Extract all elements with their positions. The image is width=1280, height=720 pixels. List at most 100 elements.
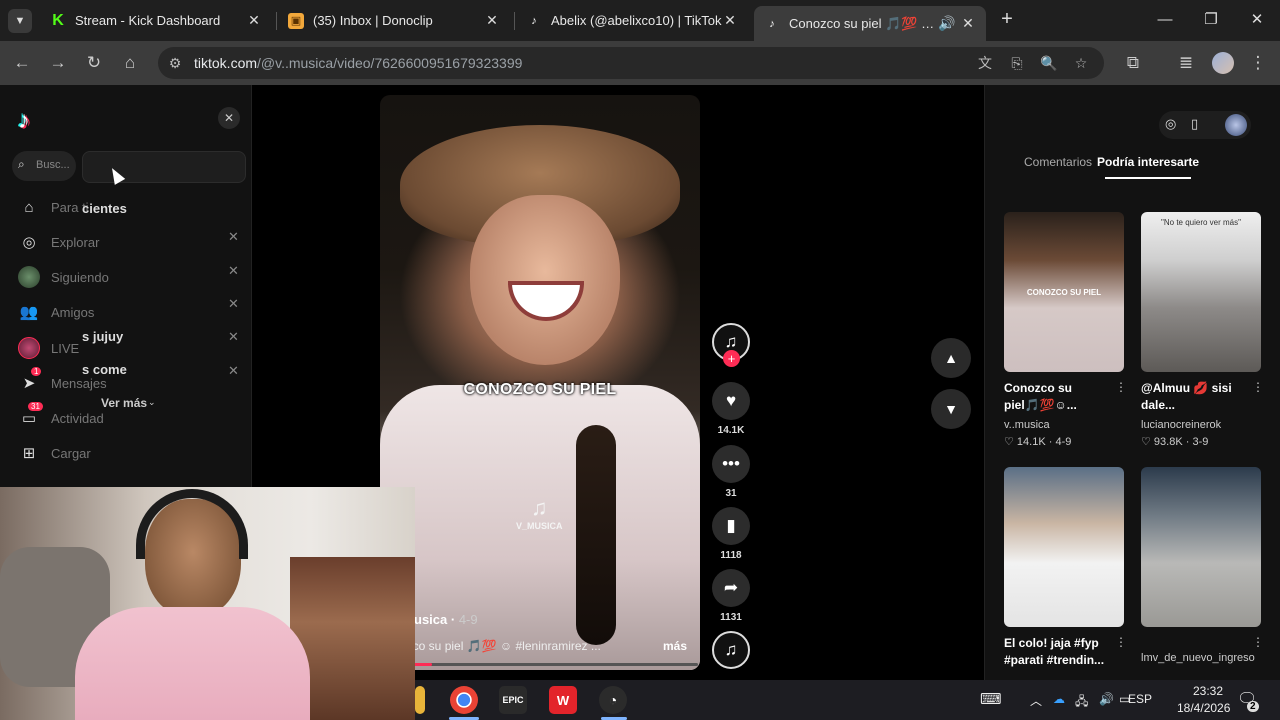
comment-button[interactable]: ••• 31 (712, 445, 750, 499)
suggested-video-author[interactable]: lucianocreinerok (1141, 419, 1221, 431)
close-search-icon[interactable]: ✕ (218, 107, 240, 129)
next-video-button[interactable]: ▼ (931, 389, 971, 429)
wps-icon[interactable]: W (549, 686, 577, 714)
extensions-icon[interactable]: ⧉ (1121, 51, 1145, 75)
close-tab-icon[interactable]: ✕ (960, 15, 976, 32)
show-hidden-icons[interactable]: ︿ (1030, 692, 1042, 709)
tab-comments[interactable]: Comentarios (1024, 155, 1092, 169)
epic-games-icon[interactable]: EPIC (499, 686, 527, 714)
suggested-video-thumb[interactable] (1141, 467, 1261, 627)
remove-recent-icon[interactable]: ✕ (228, 263, 239, 279)
video-author[interactable]: usica (414, 612, 447, 627)
thumb-caption: "No te quiero ver más" (1161, 218, 1241, 227)
author-avatar-button[interactable]: ♫ + (712, 323, 750, 367)
more-link[interactable]: más (663, 639, 687, 653)
audio-playing-icon[interactable]: 🔊 (938, 15, 955, 32)
like-button[interactable]: ♥ 14.1K (712, 382, 750, 436)
suggested-video-thumb[interactable] (1004, 467, 1124, 627)
more-options-icon[interactable]: ⋮ (1252, 380, 1264, 394)
recent-search-item[interactable]: s jujuy (82, 329, 123, 344)
reload-icon[interactable]: ↻ (82, 51, 106, 75)
chrome-icon[interactable] (450, 686, 478, 714)
see-more-link[interactable]: Ver más (101, 396, 147, 410)
suggested-video-thumb[interactable]: "No te quiero ver más" (1141, 212, 1261, 372)
messages-badge: 1 (31, 367, 42, 376)
suggested-video-title[interactable]: Conozco su piel🎵💯☺... (1004, 380, 1114, 414)
translate-icon[interactable]: 文 (976, 54, 994, 72)
share-button[interactable]: ➦ 1131 (712, 569, 750, 623)
back-icon[interactable]: ← (10, 51, 34, 75)
suggested-video-title[interactable]: @Almuu 💋 sisi dale... (1141, 380, 1251, 414)
tab-kick-dashboard[interactable]: K Stream - Kick Dashboard ✕ (40, 6, 272, 35)
onedrive-icon[interactable]: ☁ (1053, 692, 1065, 706)
tab-might-like[interactable]: Podría interesarte (1097, 155, 1199, 169)
volume-icon[interactable]: 🔊 (1099, 692, 1114, 706)
sound-disc-button[interactable]: ♫ (712, 631, 750, 669)
restore-icon[interactable]: ❐ (1198, 8, 1224, 32)
more-options-icon[interactable]: ⋮ (1115, 380, 1127, 394)
clock-time[interactable]: 23:32 (1193, 684, 1223, 698)
clock-date[interactable]: 18/4/2026 (1177, 701, 1230, 715)
bookmark-star-icon[interactable]: ☆ (1072, 54, 1090, 72)
likes: 93.8K (1153, 436, 1183, 448)
install-app-icon[interactable]: ⎘ (1008, 54, 1026, 72)
close-tab-icon[interactable]: ✕ (484, 12, 500, 29)
search-input[interactable] (82, 151, 246, 183)
recent-search-item[interactable]: cientes (82, 201, 127, 216)
video-progress-bar[interactable] (412, 663, 698, 666)
tab-tiktok-video[interactable]: ♪ Conozco su piel 🎵💯 ☺ # 🔊 ✕ (754, 6, 986, 41)
remove-recent-icon[interactable]: ✕ (228, 296, 239, 312)
input-language[interactable]: ESP (1128, 692, 1152, 706)
suggested-video-author[interactable]: lmv_de_nuevo_ingreso (1141, 652, 1255, 664)
remove-recent-icon[interactable]: ✕ (228, 229, 239, 245)
sidebar-item-for-you[interactable]: ⌂ Para ti (18, 195, 88, 219)
profile-avatar[interactable] (1212, 52, 1234, 74)
close-tab-icon[interactable]: ✕ (246, 12, 262, 29)
chrome-menu-icon[interactable]: ⋮ (1246, 51, 1270, 75)
suggested-video-author[interactable]: v..musica (1004, 419, 1050, 431)
forward-icon[interactable]: → (46, 51, 70, 75)
sidebar-item-activity[interactable]: ▭ 31 Actividad (18, 402, 104, 430)
more-options-icon[interactable]: ⋮ (1115, 635, 1127, 649)
sidebar-item-friends[interactable]: 👥 Amigos (18, 300, 95, 324)
sidebar-item-live[interactable]: LIVE (18, 336, 79, 360)
minimize-icon[interactable]: — (1152, 8, 1178, 32)
tab-donoclip-inbox[interactable]: ▣ (35) Inbox | Donoclip ✕ (278, 6, 510, 35)
home-icon[interactable]: ⌂ (118, 51, 142, 75)
sidebar-item-upload[interactable]: ⊞ Cargar (18, 441, 91, 465)
suggested-video-thumb[interactable]: CONOZCO SU PIEL (1004, 212, 1124, 372)
taskview-tray-icon[interactable]: ⌨ (980, 690, 1002, 708)
media-control-icon[interactable]: ≣ (1174, 51, 1198, 75)
obs-icon[interactable]: ◔ (599, 686, 627, 714)
more-options-icon[interactable]: ⋮ (1252, 635, 1264, 649)
address-bar[interactable]: ⚙ tiktok.com/@v..musica/video/7626600951… (158, 47, 1104, 79)
url-text[interactable]: tiktok.com/@v..musica/video/762660095167… (194, 55, 522, 71)
search-icon: ⌕ (18, 157, 25, 171)
suggested-video-title[interactable]: El colo! jaja #fyp #parati #trendin... (1004, 635, 1114, 669)
video-player[interactable]: CONOZCO SU PIEL ♫ V_MUSICA (380, 95, 700, 670)
tab-search-button[interactable]: ▼ (8, 9, 32, 33)
explore-icon[interactable]: ◎ (1165, 116, 1176, 132)
file-explorer-icon[interactable] (415, 686, 425, 714)
tab-tiktok-abelix[interactable]: ♪ Abelix (@abelixco10) | TikTok ✕ (516, 6, 748, 35)
close-window-icon[interactable]: ✕ (1244, 8, 1270, 32)
user-avatar[interactable] (1225, 114, 1247, 136)
site-info-icon[interactable]: ⚙ (166, 54, 184, 72)
sidebar-item-messages[interactable]: ➤ 1 Mensajes (18, 367, 107, 395)
new-tab-button[interactable]: + (996, 8, 1018, 32)
device-icon[interactable]: ▯ (1191, 116, 1198, 132)
previous-video-button[interactable]: ▲ (931, 338, 971, 378)
sidebar-item-explore[interactable]: ◎ Explorar (18, 230, 99, 254)
follow-plus-icon[interactable]: + (723, 350, 740, 367)
remove-recent-icon[interactable]: ✕ (228, 329, 239, 345)
zoom-icon[interactable]: 🔍 (1040, 54, 1058, 72)
search-box[interactable]: ⌕ Busc... (12, 151, 76, 181)
tiktok-icon: ♪ (531, 14, 537, 27)
video-author-line[interactable]: usica · 4-9 (414, 612, 478, 627)
network-icon[interactable]: 🖧 (1075, 692, 1088, 713)
save-button[interactable]: ▮ 1118 (712, 507, 750, 561)
close-tab-icon[interactable]: ✕ (722, 12, 738, 29)
remove-recent-icon[interactable]: ✕ (228, 363, 239, 379)
sidebar-item-following[interactable]: Siguiendo (18, 265, 109, 289)
tiktok-logo-icon[interactable]: ♪ (18, 107, 30, 135)
